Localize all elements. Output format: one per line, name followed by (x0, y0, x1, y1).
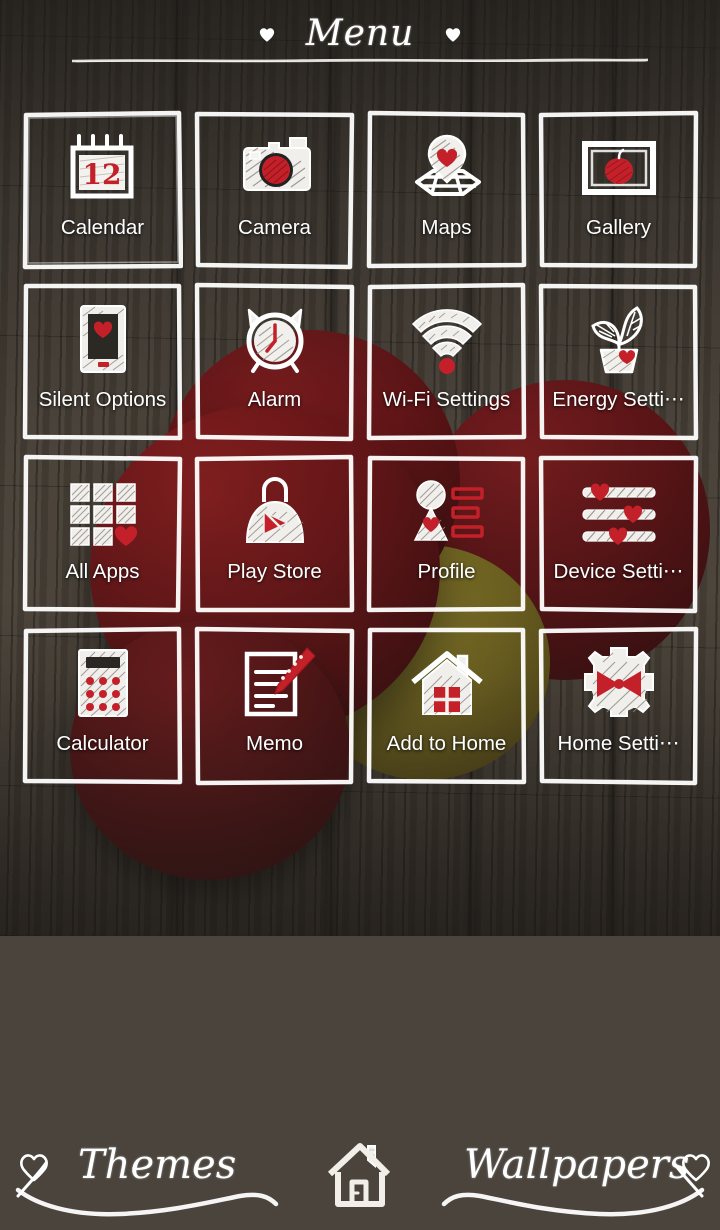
wallpapers-button[interactable]: Wallpapers (420, 1118, 720, 1230)
chalk-line-divider (72, 58, 648, 63)
header: Menu (0, 0, 720, 80)
app-label: All Apps (65, 560, 140, 583)
app-tile-energy-settings[interactable]: Energy Setti⋯ (538, 282, 699, 442)
app-tile-all-apps[interactable]: All Apps (22, 454, 183, 614)
app-tile-camera[interactable]: Camera (194, 110, 355, 270)
app-label: Profile (417, 560, 476, 583)
wifi-icon (411, 309, 482, 374)
gear-bowtie-icon (583, 647, 654, 717)
alarm-clock-icon (246, 308, 303, 373)
house-icon (327, 1143, 391, 1207)
app-label: Play Store (227, 560, 322, 583)
app-tile-device-settings[interactable]: Device Setti⋯ (538, 454, 699, 614)
phone-heart-icon (79, 305, 126, 373)
app-label: Gallery (586, 216, 651, 239)
sliders-hearts-icon (581, 483, 656, 545)
app-tile-calculator[interactable]: Calculator (22, 626, 183, 786)
app-label: Device Setti⋯ (553, 560, 684, 583)
app-tile-memo[interactable]: Memo (194, 626, 355, 786)
app-label: Calendar (60, 216, 145, 239)
app-tile-profile[interactable]: Profile (366, 454, 527, 614)
wallpapers-label: Wallpapers (464, 1142, 690, 1188)
app-label: Energy Setti⋯ (552, 388, 685, 411)
calculator-icon (77, 649, 128, 717)
app-tile-home-settings[interactable]: Home Setti⋯ (538, 626, 699, 786)
app-label: Memo (246, 732, 303, 755)
app-label: Maps (421, 216, 472, 239)
app-tile-alarm[interactable]: Alarm (194, 282, 355, 442)
app-label: Home Setti⋯ (557, 732, 680, 755)
person-heart-icon (413, 480, 484, 541)
app-label: Calculator (56, 732, 149, 755)
map-pin-icon (414, 134, 481, 196)
app-tile-wifi-settings[interactable]: Wi-Fi Settings (366, 282, 527, 442)
app-tile-maps[interactable]: Maps (366, 110, 527, 270)
app-tile-silent-options[interactable]: Silent Options (22, 282, 183, 442)
shopping-bag-play-icon (245, 477, 304, 543)
app-label: Add to Home (386, 732, 507, 755)
app-tile-gallery[interactable]: Gallery (538, 110, 699, 270)
app-label: Wi-Fi Settings (382, 388, 511, 411)
app-tile-calendar[interactable]: 12 Calendar (22, 110, 183, 270)
app-label: Camera (238, 216, 311, 239)
app-grid: 12 Calendar Camera Maps Gallery Silent O… (22, 110, 700, 790)
calendar-day-number: 12 (82, 158, 121, 191)
page-title: Menu (305, 12, 415, 54)
app-tile-play-store[interactable]: Play Store (194, 454, 355, 614)
heart-icon (444, 26, 462, 44)
memo-pencil-icon (244, 647, 316, 717)
app-label: Silent Options (38, 388, 167, 411)
app-grid-heart-icon (69, 483, 137, 546)
app-label: Alarm (247, 388, 302, 411)
calendar-icon: 12 (70, 134, 133, 199)
house-icon (410, 651, 483, 715)
heart-icon (258, 26, 276, 44)
app-tile-add-to-home[interactable]: Add to Home (366, 626, 527, 786)
potted-plant-icon (590, 306, 643, 374)
home-button[interactable] (310, 1118, 410, 1230)
camera-icon (242, 137, 311, 191)
bottom-bar: Themes Wallpapers (0, 1118, 720, 1230)
themes-label: Themes (78, 1142, 237, 1188)
themes-button[interactable]: Themes (0, 1118, 300, 1230)
picture-frame-apple-icon (581, 141, 656, 195)
